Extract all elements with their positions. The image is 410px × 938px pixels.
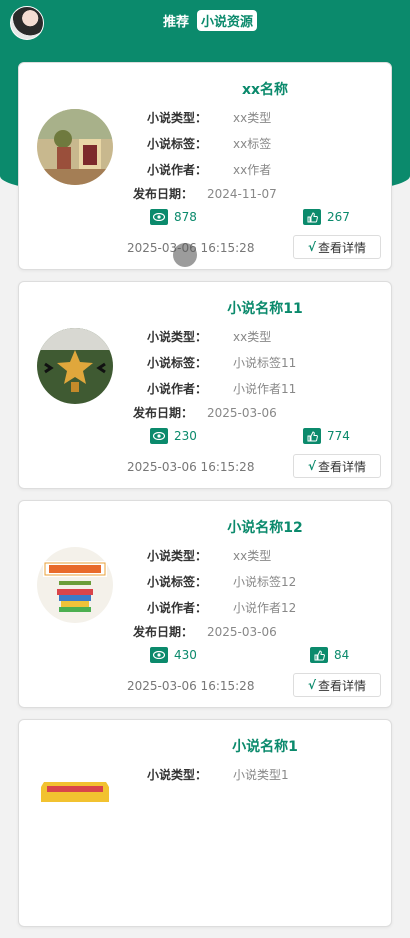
novel-cover[interactable] [37,109,113,185]
novel-title[interactable]: 小说名称12 [19,517,391,537]
tab-recommend[interactable]: 推荐 [159,10,193,31]
thumbs-up-icon[interactable] [303,428,321,444]
novel-type-row: 小说类型： xx类型 [146,549,272,563]
view-details-button[interactable]: √ 查看详情 [293,454,381,478]
novel-author-row: 小说作者： 小说作者12 [146,601,297,615]
check-icon: √ [307,459,316,473]
novel-title[interactable]: xx名称 [19,79,391,99]
top-bar: 推荐 小说资源 [0,0,410,44]
novel-cover[interactable] [37,766,113,842]
publish-date-row: 发布日期： 2025-03-06 [133,406,277,420]
nav-tabs: 推荐 小说资源 [159,9,258,31]
views-count: 230 [174,429,197,443]
novel-cover[interactable] [37,547,113,623]
view-details-button[interactable]: √ 查看详情 [293,235,381,259]
novel-type-row: 小说类型： xx类型 [146,330,272,344]
likes-stat: 84 [310,647,349,663]
novel-cover[interactable] [37,328,113,404]
eye-icon [150,209,168,225]
view-details-button[interactable]: √ 查看详情 [293,673,381,697]
views-count: 878 [174,210,197,224]
thumbs-up-icon[interactable] [310,647,328,663]
avatar[interactable] [10,6,44,40]
likes-stat: 267 [303,209,350,225]
novel-card[interactable]: 小说名称12 小说类型： xx类型 小说标签： 小说标签12 小说作者： 小说作者12 [18,500,392,708]
views-stat: 230 [150,428,197,444]
likes-count: 267 [327,210,350,224]
eye-icon [150,647,168,663]
novel-card[interactable]: 小说名称1 小说类型： 小说类型1 [18,719,392,927]
publish-date-row: 发布日期： 2025-03-06 [133,625,277,639]
views-stat: 430 [150,647,197,663]
novel-tag-row: 小说标签： xx标签 [146,137,272,151]
tab-novel-resources[interactable]: 小说资源 [197,9,258,31]
created-time: 2025-03-06 16:15:28 [127,679,255,693]
novel-title[interactable]: 小说名称11 [19,298,391,318]
likes-count: 774 [327,429,350,443]
check-icon: √ [307,678,316,692]
novel-author-row: 小说作者： 小说作者11 [146,382,297,396]
novel-tag-row: 小说标签： 小说标签11 [146,356,297,370]
thumbs-up-icon[interactable] [303,209,321,225]
novel-list: xx名称 小说类型： xx类型 小说标签： xx标签 小说作者： xx作者 发布日期：… [18,62,392,938]
likes-count: 84 [334,648,350,662]
views-count: 430 [174,648,197,662]
novel-card[interactable]: 小说名称11 小说类型： xx类型 小说标签： 小说标签11 小说作者： 小说作者11… [18,281,392,489]
created-time: 2025-03-06 16:15:28 [127,460,255,474]
likes-stat: 774 [303,428,350,444]
novel-author-row: 小说作者： xx作者 [146,163,272,177]
touch-cursor [173,243,197,267]
novel-card[interactable]: xx名称 小说类型： xx类型 小说标签： xx标签 小说作者： xx作者 发布日期：… [18,62,392,270]
publish-date-row: 发布日期： 2024-11-07 [133,187,277,201]
novel-title[interactable]: 小说名称1 [19,736,391,756]
eye-icon [150,428,168,444]
novel-type-row: 小说类型： xx类型 [146,111,272,125]
novel-type-row: 小说类型： 小说类型1 [146,768,289,782]
novel-tag-row: 小说标签： 小说标签12 [146,575,297,589]
views-stat: 878 [150,209,197,225]
check-icon: √ [307,240,316,254]
